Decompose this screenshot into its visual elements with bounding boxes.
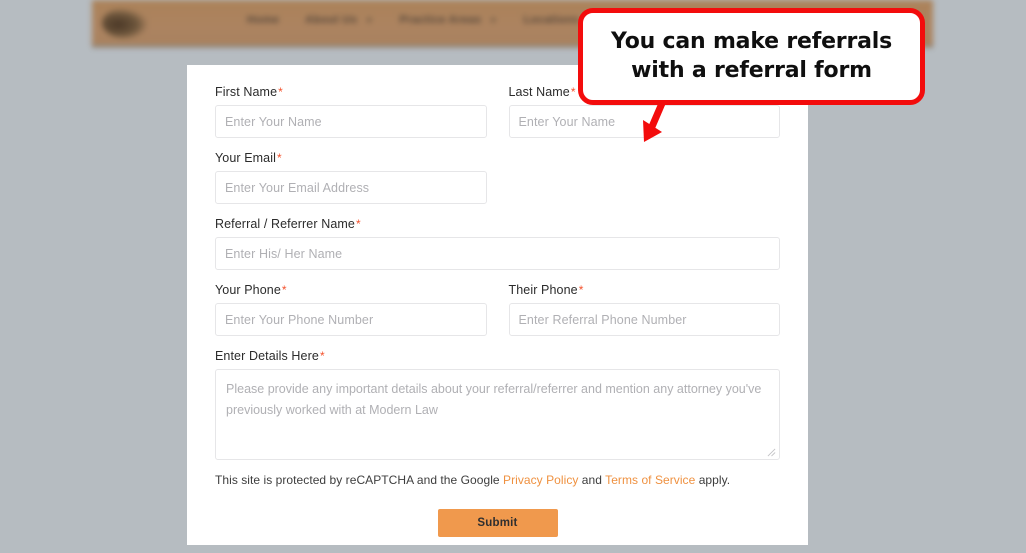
placeholder-text: Enter Your Name	[225, 114, 322, 129]
resize-handle-icon[interactable]	[767, 448, 776, 457]
their-phone-label: Their Phone*	[509, 283, 781, 297]
required-asterisk: *	[278, 85, 283, 99]
field-their-phone: Their Phone* Enter Referral Phone Number	[508, 283, 781, 336]
your-phone-label: Your Phone*	[215, 283, 487, 297]
field-your-phone: Your Phone* Enter Your Phone Number	[215, 283, 487, 336]
required-asterisk: *	[277, 151, 282, 165]
form-row-email: Your Email* Enter Your Email Address	[215, 151, 780, 217]
submit-row: Submit	[215, 509, 780, 537]
nav-item-practice-areas[interactable]: Practice Areas	[400, 14, 482, 26]
placeholder-text: Enter Your Email Address	[225, 180, 370, 195]
nav-item-about-us[interactable]: About Us	[305, 14, 357, 26]
required-asterisk: *	[281, 283, 287, 297]
nav-item-label: Locations	[523, 14, 580, 26]
nav-item-label: Practice Areas	[399, 14, 482, 26]
first-name-label: First Name*	[215, 85, 487, 99]
annotation-callout-text: You can make referrals with a referral f…	[611, 29, 892, 83]
referral-form-card: First Name* Enter Your Name Last Name* E…	[187, 65, 808, 545]
chevron-down-icon[interactable]: ▼	[489, 16, 497, 25]
enter-details-here-label: Enter Details Here*	[215, 349, 780, 363]
bottom-strip	[0, 545, 1026, 553]
label-text: Referral / Referrer Name	[215, 217, 355, 231]
placeholder-text: Enter Referral Phone Number	[518, 312, 687, 327]
required-asterisk: *	[570, 85, 576, 99]
recaptcha-middle: and	[578, 473, 606, 487]
nav-item-home[interactable]: Home	[247, 14, 279, 26]
nav-item-label: About Us	[305, 14, 358, 26]
label-text: Their Phone	[508, 283, 578, 297]
field-spacer	[509, 151, 781, 204]
field-enter-details-here: Enter Details Here* Please provide any i…	[215, 349, 780, 460]
required-asterisk: *	[355, 217, 361, 231]
label-text: Last Name	[508, 85, 570, 99]
annotation-callout: You can make referrals with a referral f…	[578, 8, 925, 105]
site-nav: Home About Us ▼ Practice Areas ▼ Locatio…	[247, 14, 595, 26]
placeholder-text: Enter His/ Her Name	[225, 246, 343, 261]
placeholder-text: Enter Your Phone Number	[225, 312, 374, 327]
referral-referrer-name-label: Referral / Referrer Name*	[215, 217, 780, 231]
submit-button[interactable]: Submit	[437, 509, 558, 537]
required-asterisk: *	[319, 349, 325, 363]
nav-item-label: Home	[247, 14, 280, 26]
site-logo[interactable]	[102, 8, 148, 38]
terms-of-service-link[interactable]: Terms of Service	[605, 473, 695, 487]
their-phone-input[interactable]: Enter Referral Phone Number	[508, 303, 780, 336]
recaptcha-notice: This site is protected by reCAPTCHA and …	[215, 473, 780, 487]
nav-item-locations[interactable]: Locations	[524, 14, 580, 26]
recaptcha-suffix: apply.	[695, 473, 731, 487]
recaptcha-prefix: This site is protected by reCAPTCHA and …	[215, 473, 504, 487]
enter-details-here-textarea[interactable]: Please provide any important details abo…	[215, 369, 780, 460]
required-asterisk: *	[578, 283, 584, 297]
form-row-phones: Your Phone* Enter Your Phone Number Thei…	[215, 283, 780, 349]
field-referral-referrer-name: Referral / Referrer Name* Enter His/ Her…	[215, 217, 780, 270]
chevron-down-icon[interactable]: ▼	[365, 16, 373, 25]
your-email-label: Your Email*	[215, 151, 487, 165]
field-your-email: Your Email* Enter Your Email Address	[215, 151, 487, 204]
referral-referrer-name-input[interactable]: Enter His/ Her Name	[215, 237, 780, 270]
privacy-policy-link[interactable]: Privacy Policy	[503, 473, 578, 487]
label-text: Enter Details Here	[215, 349, 319, 363]
label-text: Your Email	[215, 151, 276, 165]
label-text: Your Phone	[215, 283, 281, 297]
placeholder-text: Please provide any important details abo…	[226, 382, 762, 417]
placeholder-text: Enter Your Name	[518, 114, 616, 129]
your-phone-input[interactable]: Enter Your Phone Number	[215, 303, 487, 336]
field-first-name: First Name* Enter Your Name	[215, 85, 487, 138]
label-text: First Name	[215, 85, 278, 99]
your-email-input[interactable]: Enter Your Email Address	[215, 171, 487, 204]
first-name-input[interactable]: Enter Your Name	[215, 105, 487, 138]
